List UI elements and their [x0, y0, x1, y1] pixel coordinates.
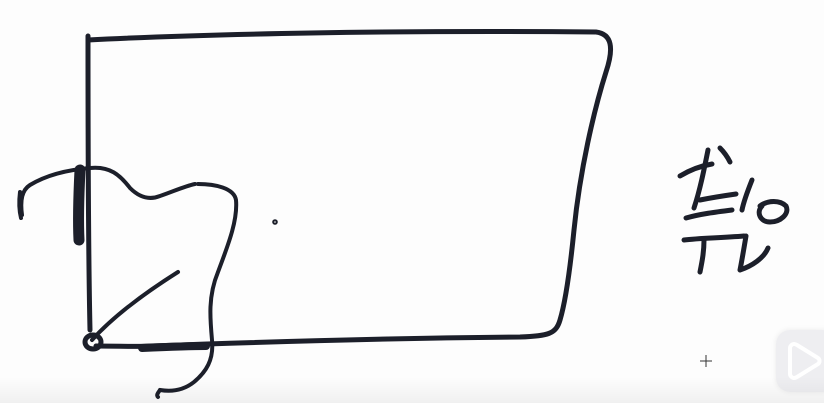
ink-dot [272, 219, 278, 225]
thick-bottom-bar [138, 342, 210, 352]
diagonal-switch-wire [90, 270, 180, 342]
left-edge-tick [17, 190, 23, 220]
crosshair-cursor-icon [700, 355, 712, 367]
handwritten-scribble [677, 145, 790, 275]
junction-node [82, 332, 104, 352]
circuit-top-wire [85, 28, 614, 349]
circuit-left-wire [85, 33, 93, 333]
bottom-shadow [0, 377, 824, 403]
hand-drawn-circuit-sketch [17, 28, 790, 399]
whiteboard-canvas [0, 0, 824, 403]
loop-wire [158, 182, 239, 393]
thick-left-bar [73, 164, 86, 246]
left-branch-wire [19, 165, 197, 217]
